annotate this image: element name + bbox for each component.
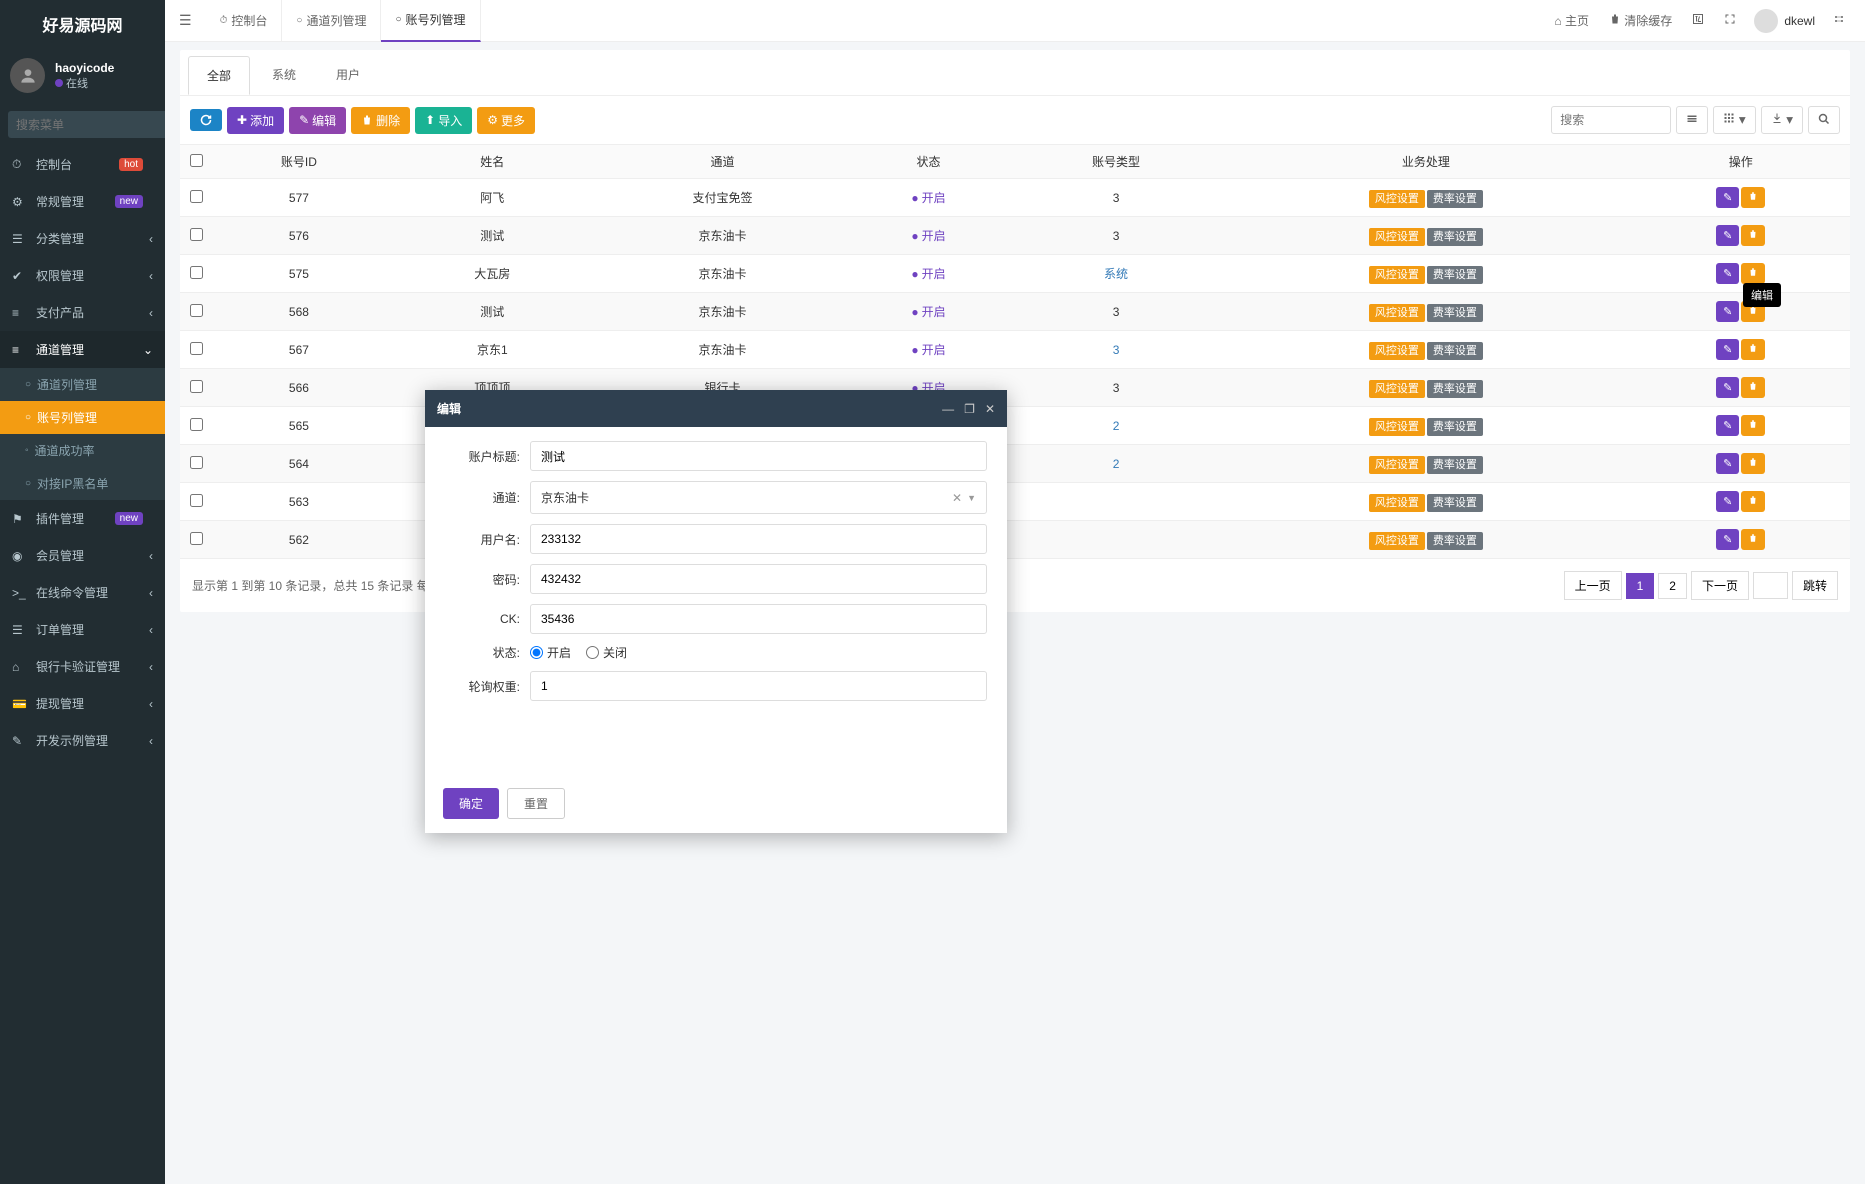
ok-button[interactable]: 确定 xyxy=(443,788,499,819)
status-off-radio[interactable]: 关闭 xyxy=(586,644,627,661)
ck-input[interactable] xyxy=(530,604,987,634)
modal-footer: 确定 重置 xyxy=(425,778,1007,833)
edit-modal: 编辑 — ❐ ✕ 账户标题: 通道: 京东油卡 ✕ ▼ 用户名: xyxy=(425,390,1007,833)
channel-label: 通道: xyxy=(445,489,530,506)
title-input[interactable] xyxy=(530,441,987,471)
clear-icon[interactable]: ✕ xyxy=(952,491,962,505)
title-label: 账户标题: xyxy=(445,448,530,465)
modal-title: 编辑 xyxy=(437,400,461,417)
weight-input[interactable] xyxy=(530,671,987,701)
username-input[interactable] xyxy=(530,524,987,554)
caret-down-icon: ▼ xyxy=(967,493,976,503)
minimize-icon[interactable]: — xyxy=(942,402,954,416)
password-input[interactable] xyxy=(530,564,987,594)
reset-button[interactable]: 重置 xyxy=(507,788,565,819)
status-label: 状态: xyxy=(445,644,530,661)
status-on-radio[interactable]: 开启 xyxy=(530,644,571,661)
modal-header[interactable]: 编辑 — ❐ ✕ xyxy=(425,390,1007,427)
password-label: 密码: xyxy=(445,571,530,588)
ck-label: CK: xyxy=(445,612,530,626)
close-icon[interactable]: ✕ xyxy=(985,402,995,416)
maximize-icon[interactable]: ❐ xyxy=(964,402,975,416)
username-label: 用户名: xyxy=(445,531,530,548)
modal-body: 账户标题: 通道: 京东油卡 ✕ ▼ 用户名: 密码: CK: xyxy=(425,427,1007,778)
weight-label: 轮询权重: xyxy=(445,678,530,695)
modal-overlay: 编辑 — ❐ ✕ 账户标题: 通道: 京东油卡 ✕ ▼ 用户名: xyxy=(0,0,1865,1184)
channel-select[interactable]: 京东油卡 ✕ ▼ xyxy=(530,481,987,514)
